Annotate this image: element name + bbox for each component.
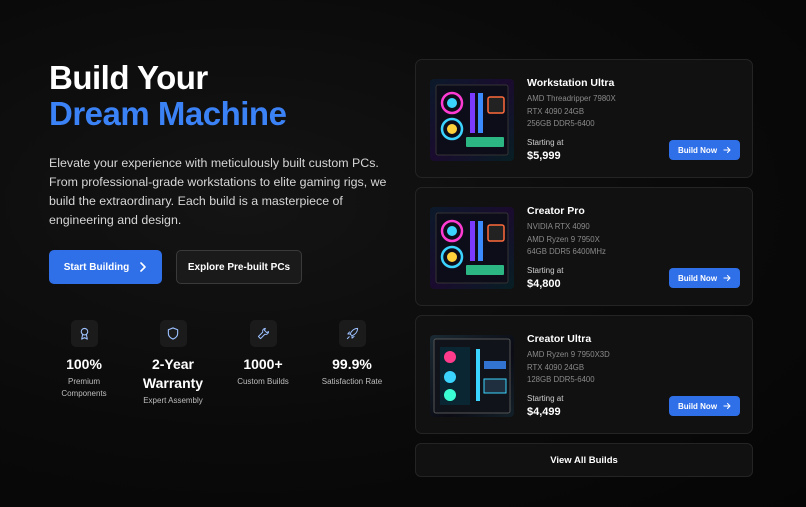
build-card-creator-ultra: Creator Ultra AMD Ryzen 9 7950X3D RTX 40… bbox=[415, 315, 753, 434]
pc-build-image bbox=[430, 79, 514, 161]
build-name: Creator Ultra bbox=[527, 333, 592, 345]
build-price: $5,999 bbox=[527, 150, 561, 162]
arrow-right-icon bbox=[723, 146, 731, 154]
build-now-label: Build Now bbox=[677, 145, 718, 155]
stat-warranty: 2-Year Warranty Expert Assembly bbox=[137, 320, 209, 407]
stat-label: Premium Components bbox=[61, 377, 107, 398]
view-all-builds-button[interactable]: View All Builds bbox=[415, 443, 753, 477]
build-spec: 64GB DDR5 6400MHz bbox=[527, 247, 606, 256]
stat-value: 99.9% bbox=[332, 356, 372, 372]
arrow-right-icon bbox=[723, 402, 731, 410]
pc-build-image bbox=[430, 207, 514, 289]
build-card-workstation-ultra: Workstation Ultra AMD Threadripper 7980X… bbox=[415, 59, 753, 178]
build-spec: AMD Ryzen 9 7950X bbox=[527, 235, 600, 244]
build-spec: AMD Threadripper 7980X bbox=[527, 94, 616, 103]
pc-build-image bbox=[430, 335, 514, 417]
build-now-label: Build Now bbox=[677, 273, 718, 283]
build-spec: RTX 4090 24GB bbox=[527, 107, 585, 116]
hero-title-line1: Build Your bbox=[49, 59, 208, 96]
build-spec: AMD Ryzen 9 7950X3D bbox=[527, 350, 610, 359]
starting-at-label: Starting at bbox=[527, 266, 564, 275]
build-spec: NVIDIA RTX 4090 bbox=[527, 222, 590, 231]
stat-components: 100% Premium Components bbox=[49, 320, 119, 400]
build-now-button[interactable]: Build Now bbox=[669, 396, 740, 416]
start-building-label: Start Building bbox=[63, 261, 130, 273]
stat-value: 1000+ bbox=[243, 356, 283, 372]
build-price: $4,499 bbox=[527, 406, 561, 418]
hero-section: Build Your Dream Machine Elevate your ex… bbox=[49, 59, 394, 405]
wrench-icon bbox=[249, 320, 277, 347]
stat-value: 2-Year Warranty bbox=[142, 356, 204, 391]
rocket-icon bbox=[338, 320, 366, 347]
starting-at-label: Starting at bbox=[527, 394, 564, 403]
build-name: Workstation Ultra bbox=[527, 77, 615, 89]
build-price: $4,800 bbox=[527, 278, 561, 290]
build-spec: 128GB DDR5-6400 bbox=[527, 375, 595, 384]
build-spec: RTX 4090 24GB bbox=[527, 363, 585, 372]
award-icon bbox=[70, 320, 98, 347]
build-now-label: Build Now bbox=[677, 401, 718, 411]
stat-satisfaction: 99.9% Satisfaction Rate bbox=[317, 320, 387, 388]
build-spec: 256GB DDR5-6400 bbox=[527, 119, 595, 128]
hero-description: Elevate your experience with meticulousl… bbox=[49, 156, 387, 227]
start-building-button[interactable]: Start Building bbox=[49, 250, 162, 284]
build-name: Creator Pro bbox=[527, 205, 585, 217]
hero-buttons: Start Building Explore Pre-built PCs bbox=[49, 250, 302, 284]
stat-label: Satisfaction Rate bbox=[321, 377, 383, 386]
explore-prebuilt-button[interactable]: Explore Pre-built PCs bbox=[176, 250, 302, 284]
arrow-right-icon bbox=[723, 274, 731, 282]
stat-label: Custom Builds bbox=[237, 377, 289, 386]
stat-label: Expert Assembly bbox=[143, 396, 203, 405]
chevron-right-icon bbox=[140, 262, 147, 272]
stat-value: 100% bbox=[66, 356, 102, 372]
stat-builds: 1000+ Custom Builds bbox=[230, 320, 296, 388]
build-now-button[interactable]: Build Now bbox=[669, 140, 740, 160]
hero-title-line2: Dream Machine bbox=[49, 95, 287, 132]
starting-at-label: Starting at bbox=[527, 138, 564, 147]
shield-icon bbox=[159, 320, 187, 347]
build-card-creator-pro: Creator Pro NVIDIA RTX 4090 AMD Ryzen 9 … bbox=[415, 187, 753, 306]
build-now-button[interactable]: Build Now bbox=[669, 268, 740, 288]
